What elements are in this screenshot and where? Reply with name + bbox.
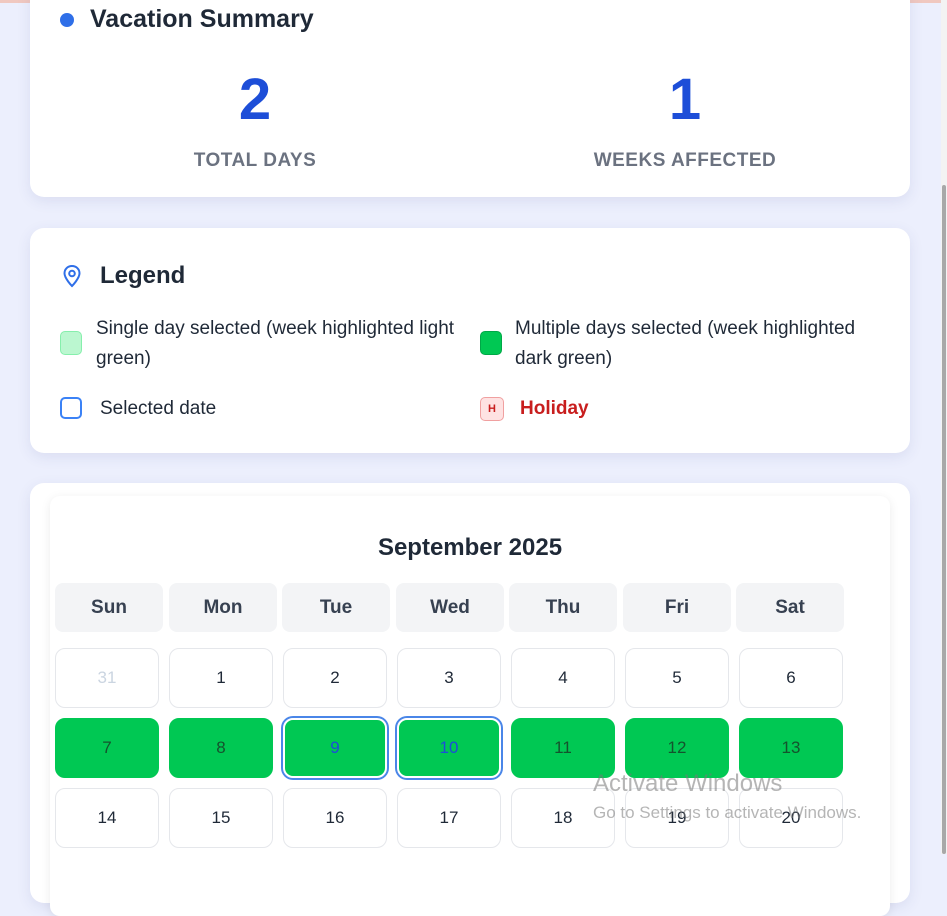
weekday-header: Wed xyxy=(396,583,504,632)
total-days-label: TOTAL DAYS xyxy=(193,150,317,171)
activate-windows-title: Activate Windows xyxy=(593,770,783,797)
calendar-day[interactable]: 2 xyxy=(283,648,387,708)
legend-card: Legend Single day selected (week highlig… xyxy=(30,228,910,453)
calendar-day[interactable]: 1 xyxy=(169,648,273,708)
activate-windows-subtitle: Go to Settings to activate Windows. xyxy=(593,803,862,822)
weekday-header: Sat xyxy=(736,583,844,632)
weeks-affected-value: 1 xyxy=(668,67,702,132)
calendar-day[interactable]: 5 xyxy=(625,648,729,708)
dark-green-swatch-icon xyxy=(480,331,502,355)
calendar-card: September 2025 Sun Mon Tue Wed Thu Fri Sat 31 1 2… xyxy=(30,483,910,916)
legend-item-holiday: H Holiday xyxy=(480,394,880,424)
weekday-header: Sun xyxy=(55,583,163,632)
calendar-day[interactable]: 17 xyxy=(397,788,501,848)
month-title: September 2025 xyxy=(377,534,563,561)
weekday-header: Thu xyxy=(509,583,617,632)
weekday-header: Mon xyxy=(169,583,277,632)
calendar-day[interactable]: 7 xyxy=(55,718,159,778)
calendar-day[interactable]: 15 xyxy=(169,788,273,848)
summary-title: Vacation Summary xyxy=(90,5,314,33)
weeks-affected-label: WEEKS AFFECTED xyxy=(593,150,777,171)
vacation-summary-card: Vacation Summary 2 TOTAL DAYS 1 WEEKS AF… xyxy=(30,0,910,197)
total-days-value: 2 xyxy=(238,67,272,132)
calendar-day[interactable]: 9 xyxy=(283,718,387,778)
weeks-affected-stat: 1 WEEKS AFFECTED xyxy=(535,68,835,172)
legend-item-label: Selected date xyxy=(100,398,217,419)
calendar-day[interactable]: 16 xyxy=(283,788,387,848)
legend-item-label: Multiple days selected (week highlighted… xyxy=(515,318,856,369)
map-pin-icon xyxy=(63,264,81,288)
calendar-day[interactable]: 12 xyxy=(625,718,729,778)
legend-item-single-day: Single day selected (week highlighted li… xyxy=(60,314,460,376)
weekday-header: Tue xyxy=(282,583,390,632)
total-days-stat: 2 TOTAL DAYS xyxy=(105,68,405,172)
calendar-day[interactable]: 10 xyxy=(397,718,501,778)
light-green-swatch-icon xyxy=(60,331,82,355)
page-scrollbar[interactable] xyxy=(941,0,947,854)
legend-item-multiple-days: Multiple days selected (week highlighted… xyxy=(480,314,890,376)
calendar: September 2025 Sun Mon Tue Wed Thu Fri Sat 31 1 2… xyxy=(50,496,890,916)
calendar-day[interactable]: 6 xyxy=(739,648,843,708)
scrollbar-thumb[interactable] xyxy=(942,185,946,854)
calendar-day[interactable]: 31 xyxy=(55,648,159,708)
calendar-day[interactable]: 13 xyxy=(739,718,843,778)
legend-item-label: Single day selected (week highlighted li… xyxy=(96,318,455,369)
legend-title: Legend xyxy=(100,262,186,289)
holiday-badge-icon: H xyxy=(480,397,504,421)
calendar-day[interactable]: 3 xyxy=(397,648,501,708)
legend-item-label: Holiday xyxy=(520,398,589,419)
calendar-day[interactable]: 4 xyxy=(511,648,615,708)
legend-item-selected-date: Selected date xyxy=(60,394,460,424)
calendar-day[interactable]: 11 xyxy=(511,718,615,778)
blue-outline-swatch-icon xyxy=(60,397,82,419)
summary-dot-icon xyxy=(60,13,74,27)
weekday-header: Fri xyxy=(623,583,731,632)
calendar-day[interactable]: 14 xyxy=(55,788,159,848)
calendar-day[interactable]: 8 xyxy=(169,718,273,778)
